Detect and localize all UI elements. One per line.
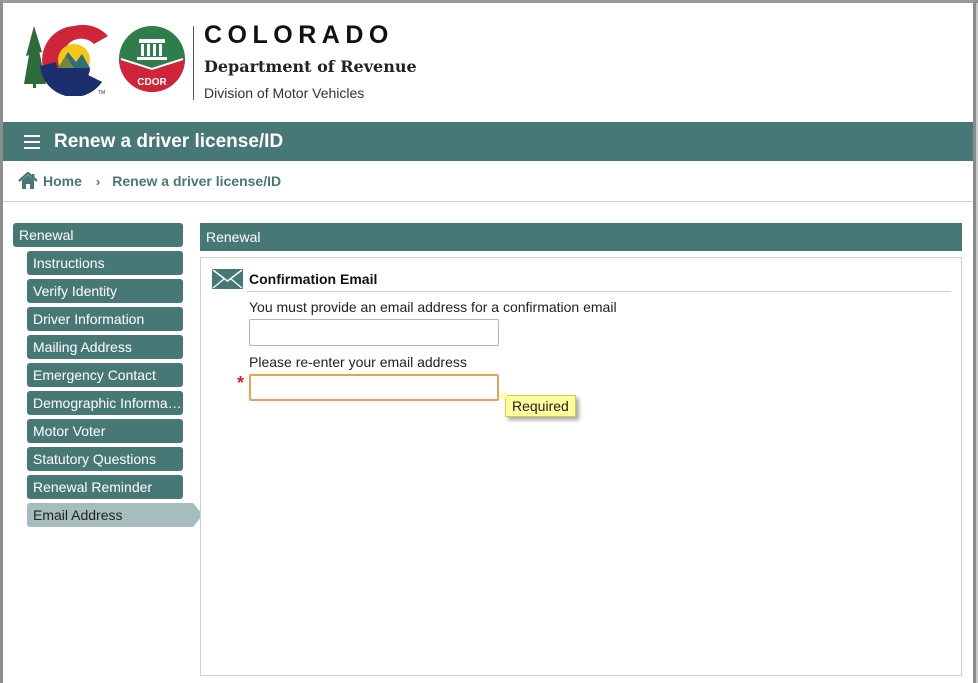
breadcrumb-separator: › xyxy=(95,173,101,189)
breadcrumb-current-link[interactable]: Renew a driver license/ID xyxy=(112,173,281,189)
validation-tooltip: Required xyxy=(498,390,576,417)
envelope-icon xyxy=(212,269,243,289)
sidebar-item-motor-voter[interactable]: Motor Voter xyxy=(27,419,183,443)
sidebar-item-driver-information[interactable]: Driver Information xyxy=(27,307,183,331)
sidebar-item-mailing-address[interactable]: Mailing Address xyxy=(27,335,183,359)
home-icon[interactable] xyxy=(18,172,38,190)
sidebar-item-verify-identity[interactable]: Verify Identity xyxy=(27,279,183,303)
sidebar-item-statutory-questions[interactable]: Statutory Questions xyxy=(27,447,183,471)
breadcrumb-home-link[interactable]: Home xyxy=(43,173,82,189)
section-title: Confirmation Email xyxy=(247,271,951,292)
breadcrumb: Home › Renew a driver license/ID xyxy=(3,161,973,202)
svg-text:TM: TM xyxy=(98,90,105,96)
email-field[interactable] xyxy=(249,319,499,346)
svg-text:CDOR: CDOR xyxy=(137,77,167,88)
page-title: Renew a driver license/ID xyxy=(54,130,284,152)
division-name: Division of Motor Vehicles xyxy=(204,85,365,101)
panel-header: Renewal xyxy=(200,223,962,251)
hamburger-menu-icon[interactable] xyxy=(24,134,40,149)
sidebar-item-demographic-information[interactable]: Demographic Information xyxy=(27,391,183,415)
sidebar-item-emergency-contact[interactable]: Emergency Contact xyxy=(27,363,183,387)
confirm-email-field[interactable] xyxy=(249,374,499,401)
sidebar-item-renewal-reminder[interactable]: Renewal Reminder xyxy=(27,475,183,499)
page-titlebar: Renew a driver license/ID xyxy=(3,122,973,161)
browser-window: TM CDOR COLORADO Department of Revenue D… xyxy=(0,0,978,683)
state-name: COLORADO xyxy=(204,21,394,49)
cdor-badge-icon: CDOR xyxy=(119,26,185,92)
logo-divider xyxy=(193,26,194,100)
sidebar-group-renewal[interactable]: Renewal xyxy=(13,223,183,247)
sidebar-item-instructions[interactable]: Instructions xyxy=(27,251,183,275)
sidebar-item-email-address[interactable]: Email Address xyxy=(27,503,203,527)
confirmation-email-panel: Confirmation Email You must provide an e… xyxy=(200,257,962,676)
required-indicator: * xyxy=(237,373,245,393)
department-name: Department of Revenue xyxy=(204,57,417,76)
confirm-email-field-label: Please re-enter your email address xyxy=(249,354,467,370)
site-header: TM CDOR COLORADO Department of Revenue D… xyxy=(3,3,973,122)
colorado-logo-icon: TM xyxy=(24,24,108,96)
email-field-label: You must provide an email address for a … xyxy=(249,299,617,315)
